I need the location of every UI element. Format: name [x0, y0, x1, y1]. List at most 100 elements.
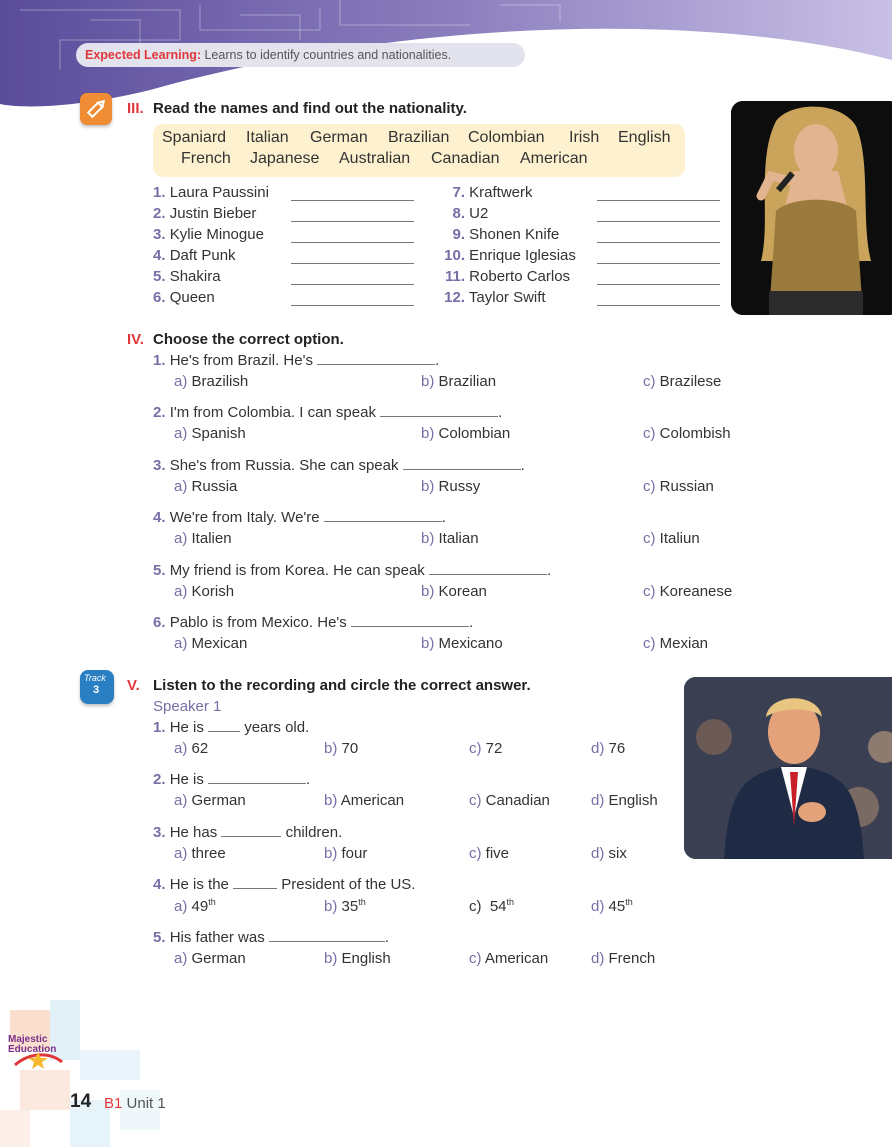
answer-blank[interactable]	[291, 200, 414, 201]
answer-blank[interactable]	[597, 221, 720, 222]
answer-blank[interactable]	[597, 263, 720, 264]
answer-blank[interactable]	[208, 772, 307, 784]
option-b[interactable]: b) Korean	[421, 583, 487, 600]
option-d[interactable]: d) 45th	[591, 897, 633, 915]
section-4-title: Choose the correct option.	[153, 331, 344, 348]
option-d[interactable]: d) six	[591, 845, 627, 862]
option-b[interactable]: b) 70	[324, 740, 358, 757]
option-a[interactable]: a) Russia	[174, 478, 237, 495]
option-d[interactable]: d) English	[591, 792, 658, 809]
word-bank-word: French	[181, 150, 231, 167]
option-b[interactable]: b) Russy	[421, 478, 480, 495]
option-c[interactable]: c) Italiun	[643, 530, 700, 547]
politician-photo	[684, 677, 892, 859]
answer-blank[interactable]	[291, 221, 414, 222]
word-bank-word: Japanese	[250, 150, 320, 167]
question-row: 3. She's from Russia. She can speak .	[153, 457, 525, 474]
question-row: 2. I'm from Colombia. I can speak .	[153, 404, 503, 421]
question-row: 1. He is years old.	[153, 719, 310, 736]
question-row: 1. He's from Brazil. He's .	[153, 352, 440, 369]
answer-blank[interactable]	[268, 930, 385, 942]
list-item: 1. Laura Paussini	[153, 184, 269, 201]
answer-blank[interactable]	[380, 405, 499, 417]
answer-blank[interactable]	[233, 877, 278, 889]
option-b[interactable]: b) American	[324, 792, 404, 809]
option-c[interactable]: c) American	[469, 950, 548, 967]
publisher-logo: Majestic Education	[8, 1034, 57, 1055]
list-item: 8. U2	[452, 205, 489, 222]
option-a[interactable]: a) Brazilish	[174, 373, 248, 390]
expected-learning-banner: Expected Learning: Learns to identify co…	[76, 43, 525, 67]
list-item: 9. Shonen Knife	[452, 226, 560, 243]
option-a[interactable]: a) Italien	[174, 530, 232, 547]
expected-learning-label: Expected Learning:	[85, 48, 201, 62]
option-c[interactable]: c) Russian	[643, 478, 714, 495]
option-c[interactable]: c) Mexian	[643, 635, 708, 652]
option-b[interactable]: b) Brazilian	[421, 373, 496, 390]
word-bank-word: Spaniard	[162, 129, 227, 146]
option-a[interactable]: a) German	[174, 950, 246, 967]
answer-blank[interactable]	[291, 242, 414, 243]
answer-blank[interactable]	[597, 200, 720, 201]
answer-blank[interactable]	[317, 353, 436, 365]
page-number: 14	[70, 1091, 92, 1112]
option-c[interactable]: c) five	[469, 845, 509, 862]
answer-blank[interactable]	[208, 720, 241, 732]
speaker-label: Speaker 1	[153, 698, 222, 715]
option-a[interactable]: a) Mexican	[174, 635, 247, 652]
option-d[interactable]: d) French	[591, 950, 655, 967]
option-a[interactable]: a) Korish	[174, 583, 234, 600]
option-a[interactable]: a) three	[174, 845, 226, 862]
section-5-number: V.	[127, 677, 140, 694]
section-3-title: Read the names and find out the national…	[153, 100, 467, 117]
question-row: 4. He is the President of the US.	[153, 876, 416, 893]
option-c[interactable]: c) Brazilese	[643, 373, 721, 390]
expected-learning-text: Learns to identify countries and nationa…	[204, 48, 452, 62]
option-a[interactable]: a) Spanish	[174, 425, 246, 442]
answer-blank[interactable]	[291, 305, 414, 306]
section-4-number: IV.	[127, 331, 144, 348]
word-bank-word: Canadian	[431, 150, 500, 167]
option-d[interactable]: d) 76	[591, 740, 625, 757]
list-item: 7. Kraftwerk	[452, 184, 533, 201]
word-bank-word: Irish	[569, 129, 600, 146]
option-b[interactable]: b) four	[324, 845, 367, 862]
word-bank-word: American	[520, 150, 588, 167]
option-c[interactable]: c) Colombish	[643, 425, 731, 442]
answer-blank[interactable]	[428, 563, 547, 575]
question-row: 5. My friend is from Korea. He can speak…	[153, 562, 552, 579]
answer-blank[interactable]	[291, 263, 414, 264]
option-a[interactable]: a) 62	[174, 740, 208, 757]
option-c[interactable]: c) Canadian	[469, 792, 550, 809]
answer-blank[interactable]	[291, 284, 414, 285]
list-item: 3. Kylie Minogue	[153, 226, 264, 243]
option-a[interactable]: a) 49th	[174, 897, 216, 915]
footer-decoration	[0, 990, 170, 1147]
answer-blank[interactable]	[597, 242, 720, 243]
option-c[interactable]: c) Koreanese	[643, 583, 732, 600]
option-b[interactable]: b) English	[324, 950, 391, 967]
option-b[interactable]: b) 35th	[324, 897, 366, 915]
question-row: 5. His father was .	[153, 929, 390, 946]
answer-blank[interactable]	[597, 284, 720, 285]
option-b[interactable]: b) Colombian	[421, 425, 510, 442]
list-item: 10. Enrique Iglesias	[444, 247, 576, 264]
list-item: 5. Shakira	[153, 268, 221, 285]
answer-blank[interactable]	[597, 305, 720, 306]
section-5-title: Listen to the recording and circle the c…	[153, 677, 531, 694]
answer-blank[interactable]	[402, 458, 521, 470]
answer-blank[interactable]	[323, 510, 442, 522]
option-c[interactable]: c) 54th	[469, 897, 514, 915]
question-row: 3. He has children.	[153, 824, 343, 841]
answer-blank[interactable]	[350, 615, 469, 627]
option-b[interactable]: b) Mexicano	[421, 635, 503, 652]
option-a[interactable]: a) German	[174, 792, 246, 809]
pencil-icon	[80, 93, 112, 125]
word-bank-word: English	[618, 129, 671, 146]
answer-blank[interactable]	[221, 825, 282, 837]
option-c[interactable]: c) 72	[469, 740, 502, 757]
question-row: 2. He is .	[153, 771, 311, 788]
list-item: 6. Queen	[153, 289, 215, 306]
option-b[interactable]: b) Italian	[421, 530, 479, 547]
audio-track-icon[interactable]: Track 3	[80, 670, 114, 704]
